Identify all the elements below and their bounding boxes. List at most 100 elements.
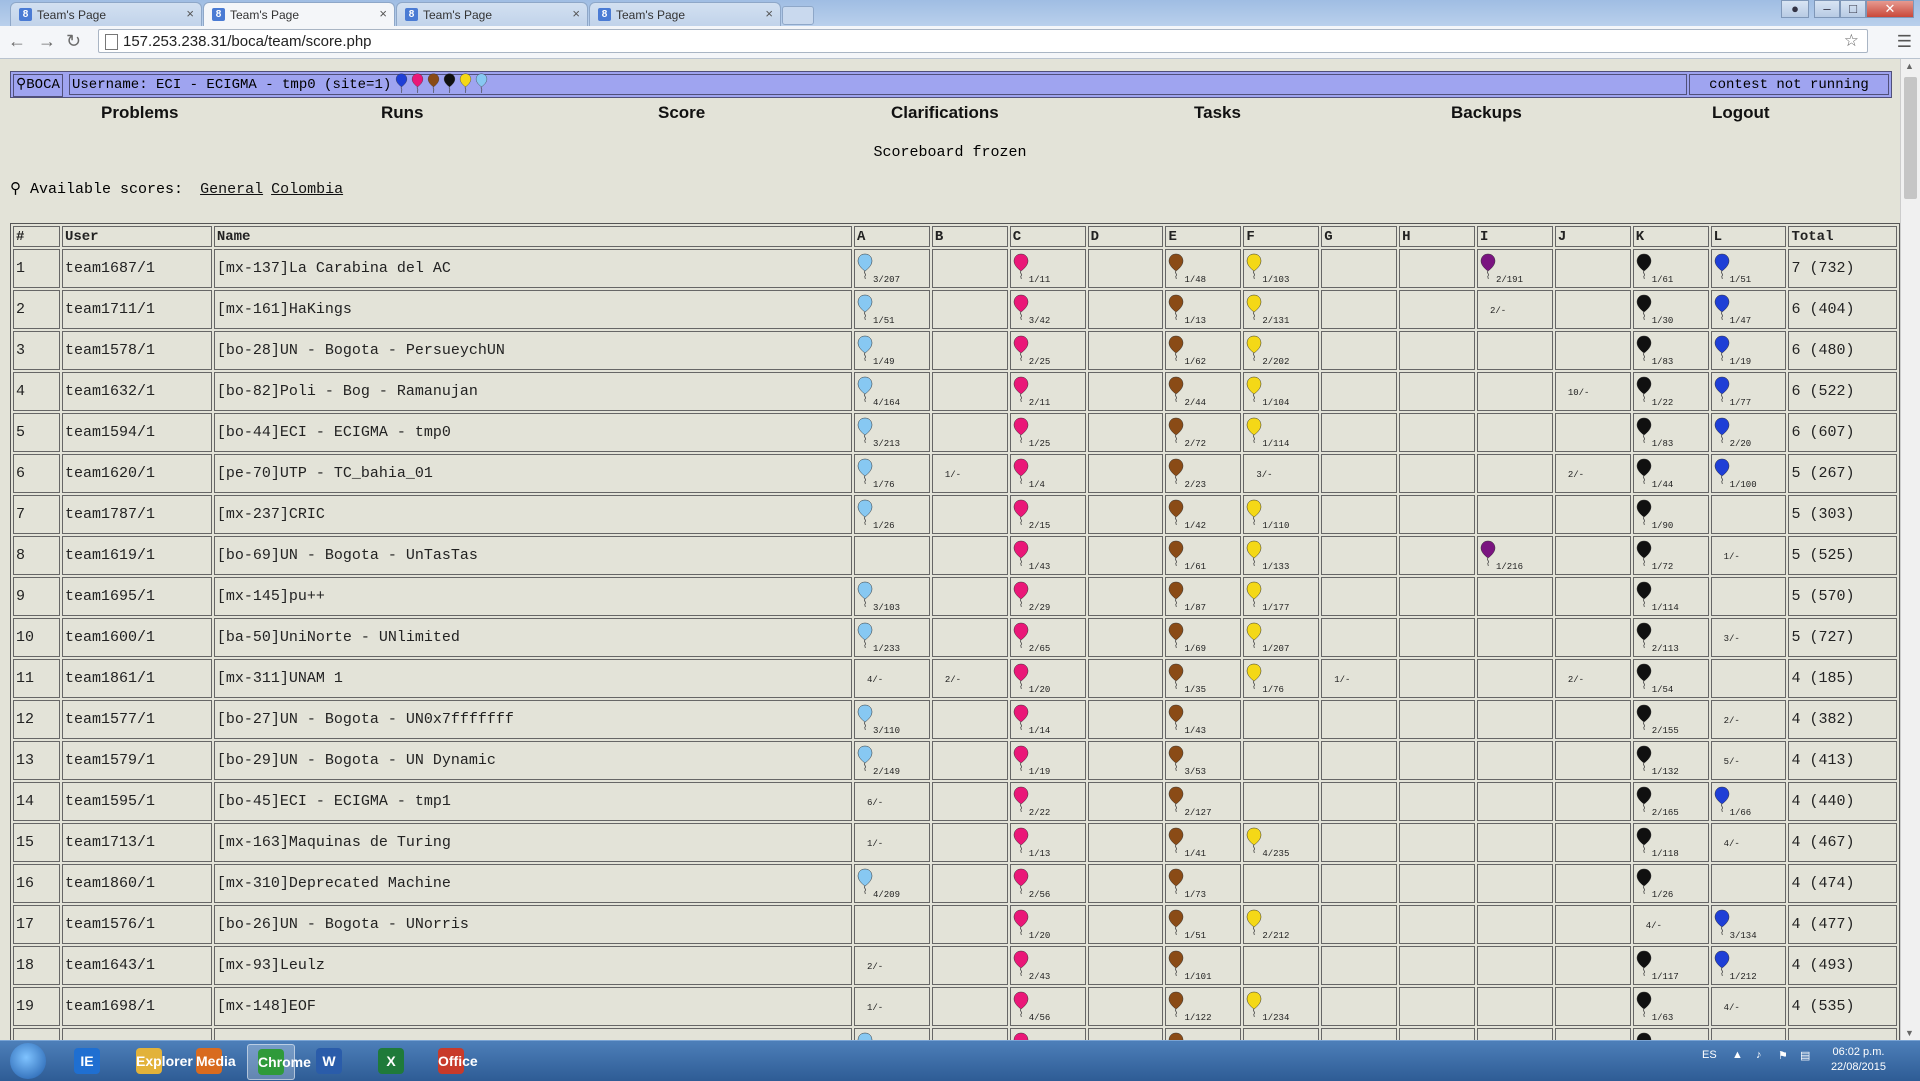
vertical-scrollbar[interactable]: ▲ ▼: [1900, 59, 1920, 1040]
url-text[interactable]: 157.253.238.31/boca/team/score.php: [123, 33, 372, 50]
bookmark-star-icon[interactable]: ☆: [1844, 31, 1859, 51]
user-cell: team1600/1: [61, 618, 212, 657]
table-row: 19 team1698/1 [mx-148]EOF 1/- 4/56 1/122 1/234…: [13, 987, 1897, 1026]
tab-label: Team's Page: [423, 8, 492, 22]
back-icon[interactable]: ←: [8, 31, 26, 52]
tab-close-icon[interactable]: ×: [765, 6, 773, 21]
browser-tab-1[interactable]: 8 Team's Page ×: [10, 2, 202, 26]
column-header[interactable]: A: [853, 226, 930, 247]
reload-icon[interactable]: ↻: [66, 31, 81, 52]
column-header[interactable]: B: [931, 226, 1008, 247]
volume-icon[interactable]: ♪: [1756, 1049, 1762, 1061]
chrome-icon[interactable]: Chrome: [247, 1044, 311, 1080]
window-close-icon[interactable]: ✕: [1866, 0, 1914, 18]
column-header[interactable]: I: [1476, 226, 1553, 247]
taskbar-app-label: X: [378, 1048, 404, 1074]
taskbar-app-label: Chrome: [258, 1049, 311, 1075]
menu-clarifications[interactable]: Clarifications: [891, 103, 999, 123]
score-link-colombia[interactable]: Colombia: [271, 181, 343, 198]
problem-attempts: 4/-: [1723, 1003, 1740, 1013]
balloon-icon: [1013, 663, 1028, 689]
office-icon[interactable]: Office: [428, 1044, 478, 1078]
balloon-icon: [1636, 540, 1651, 566]
problem-cell-g: [1321, 372, 1398, 411]
balloon-icon: [1247, 581, 1262, 607]
rank-cell: 4: [13, 372, 60, 411]
excel-icon[interactable]: X: [368, 1044, 414, 1078]
problem-result: 1/114: [1262, 439, 1290, 449]
menu-backups[interactable]: Backups: [1451, 103, 1522, 123]
problem-result: 1/216: [1495, 562, 1523, 572]
tab-close-icon[interactable]: ×: [379, 6, 387, 21]
problem-cell-i: [1476, 331, 1553, 370]
minimize-icon[interactable]: –: [1814, 0, 1840, 18]
tab-close-icon[interactable]: ×: [186, 6, 194, 21]
network-icon[interactable]: ▤: [1800, 1049, 1810, 1062]
scroll-up-icon[interactable]: ▲: [1905, 61, 1914, 71]
scroll-down-icon[interactable]: ▼: [1905, 1028, 1914, 1038]
column-header[interactable]: F: [1243, 226, 1320, 247]
problem-cell-j: [1554, 782, 1631, 821]
balloon-icon: [1636, 499, 1651, 525]
browser-tab-4[interactable]: 8 Team's Page ×: [589, 2, 781, 26]
problem-cell-h: [1399, 864, 1475, 903]
total-cell: 5 (303): [1788, 495, 1897, 534]
problem-result: 1/13: [1184, 316, 1207, 326]
browser-tab-2[interactable]: 8 Team's Page ×: [203, 2, 395, 26]
score-link-general[interactable]: General: [200, 181, 263, 198]
internet-explorer-icon[interactable]: IE: [64, 1044, 110, 1078]
menu-logout[interactable]: Logout: [1712, 103, 1770, 123]
column-header[interactable]: C: [1009, 226, 1086, 247]
total-cell: 4 (493): [1788, 946, 1897, 985]
problem-result: 1/77: [1729, 398, 1752, 408]
team-name-cell: [bo-44]ECI - ECIGMA - tmp0: [213, 413, 852, 452]
problem-result: 1/11: [1028, 275, 1051, 285]
column-header[interactable]: D: [1087, 226, 1164, 247]
problem-cell-h: [1399, 659, 1475, 698]
column-header[interactable]: H: [1399, 226, 1475, 247]
column-header[interactable]: J: [1554, 226, 1631, 247]
problem-result: 3/103: [872, 603, 900, 613]
user-cell: team1687/1: [61, 249, 212, 288]
browser-menu-icon[interactable]: ☰: [1897, 32, 1912, 52]
file-explorer-icon[interactable]: Explorer: [126, 1044, 193, 1078]
problem-result: 1/14: [1028, 726, 1051, 736]
problem-cell-g: [1321, 823, 1398, 862]
language-indicator[interactable]: ES: [1702, 1049, 1717, 1061]
problem-cell-f: 1/76: [1243, 659, 1320, 698]
word-icon[interactable]: W: [306, 1044, 352, 1078]
browser-tab-3[interactable]: 8 Team's Page ×: [396, 2, 588, 26]
problem-cell-c: 2/56: [1009, 864, 1086, 903]
forward-icon[interactable]: →: [38, 31, 56, 52]
problem-cell-l: 1/51: [1710, 249, 1787, 288]
problem-cell-e: 2/23: [1165, 454, 1242, 493]
menu-problems[interactable]: Problems: [101, 103, 178, 123]
problem-cell-i: 2/-: [1476, 290, 1553, 329]
column-header[interactable]: G: [1321, 226, 1398, 247]
maximize-icon[interactable]: □: [1840, 0, 1866, 18]
flag-icon[interactable]: ⚑: [1778, 1049, 1788, 1062]
start-button[interactable]: [10, 1043, 46, 1079]
scrollbar-thumb[interactable]: [1904, 77, 1917, 199]
column-header[interactable]: K: [1632, 226, 1709, 247]
problem-cell-f: 1/207: [1243, 618, 1320, 657]
address-bar[interactable]: 157.253.238.31/boca/team/score.php ☆: [98, 29, 1868, 53]
menu-runs[interactable]: Runs: [381, 103, 424, 123]
system-clock[interactable]: 06:02 p.m. 22/08/2015: [1831, 1045, 1886, 1075]
column-header[interactable]: L: [1710, 226, 1787, 247]
balloon-icon: [1714, 909, 1729, 935]
new-tab-button[interactable]: [782, 6, 814, 25]
column-header[interactable]: E: [1165, 226, 1242, 247]
balloon-icon: [1169, 704, 1184, 730]
problem-cell-l: 2/20: [1710, 413, 1787, 452]
clock-date: 22/08/2015: [1830, 1061, 1886, 1073]
media-player-icon[interactable]: Media: [186, 1044, 236, 1078]
tray-arrow-icon[interactable]: ▲: [1732, 1049, 1743, 1061]
menu-score[interactable]: Score: [658, 103, 705, 123]
user-icon[interactable]: ●: [1781, 0, 1809, 18]
problem-cell-i: [1476, 618, 1553, 657]
problem-cell-k: 2/113: [1632, 618, 1709, 657]
tab-close-icon[interactable]: ×: [572, 6, 580, 21]
problem-cell-h: [1399, 618, 1475, 657]
menu-tasks[interactable]: Tasks: [1194, 103, 1241, 123]
